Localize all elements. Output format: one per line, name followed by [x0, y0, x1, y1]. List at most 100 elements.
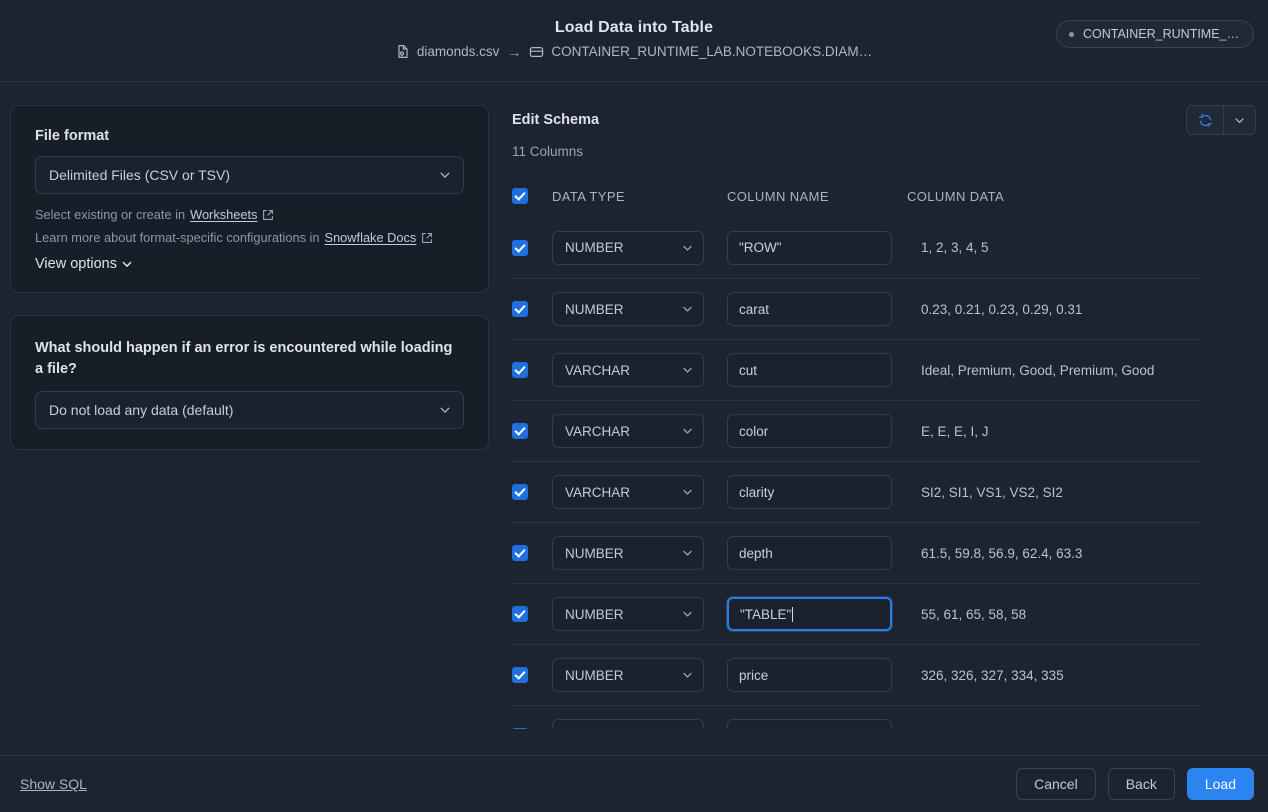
text-caret	[792, 606, 794, 622]
row-checkbox[interactable]	[512, 545, 528, 561]
data-type-select[interactable]: NUMBER	[552, 597, 704, 631]
column-data-preview: 55, 61, 65, 58, 58	[921, 606, 1027, 622]
column-data-preview: 61.5, 59.8, 56.9, 62.4, 63.3	[921, 545, 1083, 561]
data-type-select[interactable]: VARCHAR	[552, 475, 704, 509]
column-name-input[interactable]: color	[727, 414, 892, 448]
column-name-value: "TABLE"	[740, 606, 792, 622]
file-format-label: File format	[35, 128, 110, 144]
docs-hint: Learn more about format-specific configu…	[35, 230, 464, 245]
row-checkbox[interactable]	[512, 667, 528, 683]
external-link-icon[interactable]	[421, 232, 433, 244]
data-type-cell: NUMBER	[552, 292, 727, 326]
data-type-value: NUMBER	[565, 606, 624, 622]
column-data-preview: Ideal, Premium, Good, Premium, Good	[921, 362, 1155, 378]
row-checkbox[interactable]	[512, 606, 528, 622]
file-format-select[interactable]: Delimited Files (CSV or TSV)	[35, 156, 464, 194]
row-checkbox[interactable]	[512, 301, 528, 317]
column-name-cell: "ROW"	[727, 230, 907, 265]
column-data-preview: SI2, SI1, VS1, VS2, SI2	[921, 484, 1063, 500]
worksheets-hint: Select existing or create in Worksheets	[35, 207, 464, 222]
column-name-input[interactable]: depth	[727, 536, 892, 570]
column-name-input[interactable]: price	[727, 658, 892, 692]
column-name-cell: price	[727, 658, 907, 692]
docs-hint-text: Learn more about format-specific configu…	[35, 230, 320, 245]
external-link-icon[interactable]	[262, 209, 274, 221]
column-name-value: "ROW"	[739, 240, 782, 255]
worksheets-link[interactable]: Worksheets	[190, 207, 257, 222]
data-type-cell: NUMBER	[552, 536, 727, 570]
data-type-select[interactable]: NUMBER	[552, 230, 704, 265]
environment-badge[interactable]: CONTAINER_RUNTIME_…	[1055, 20, 1254, 48]
column-name-cell: carat	[727, 292, 907, 326]
show-sql-link[interactable]: Show SQL	[20, 776, 87, 792]
column-name-input[interactable]	[727, 719, 892, 729]
select-all-checkbox[interactable]	[512, 188, 528, 204]
data-type-select[interactable]: VARCHAR	[552, 414, 704, 448]
table-row: NUMBER "ROW" 1, 2, 3, 4, 5	[512, 217, 1202, 278]
row-checkbox-cell	[512, 301, 552, 317]
column-data-preview: 326, 326, 327, 334, 335	[921, 667, 1064, 683]
chevron-down-icon	[120, 257, 134, 271]
column-name-value: cut	[739, 362, 758, 378]
row-checkbox[interactable]	[512, 423, 528, 439]
footer-actions: Cancel Back Load	[1016, 768, 1254, 800]
data-type-select[interactable]	[552, 719, 704, 729]
data-type-cell: VARCHAR	[552, 353, 727, 387]
chevron-down-icon	[681, 303, 694, 316]
file-format-card: File format Delimited Files (CSV or TSV)…	[10, 105, 489, 293]
snowflake-docs-link[interactable]: Snowflake Docs	[325, 230, 417, 245]
chevron-down-icon	[681, 669, 694, 682]
column-name-input[interactable]: carat	[727, 292, 892, 326]
select-all-checkbox-cell	[512, 188, 552, 204]
data-type-select[interactable]: VARCHAR	[552, 353, 704, 387]
data-type-value: NUMBER	[565, 667, 624, 683]
back-button[interactable]: Back	[1107, 768, 1175, 800]
header-data-type: DATA TYPE	[552, 188, 625, 204]
data-type-value: NUMBER	[565, 301, 624, 317]
column-name-cell	[727, 719, 907, 729]
column-name-input[interactable]: cut	[727, 353, 892, 387]
chevron-down-icon	[681, 486, 694, 499]
table-row: VARCHAR cut Ideal, Premium, Good, Premium,…	[512, 339, 1202, 400]
schema-table-header: DATA TYPE COLUMN NAME COLUMN DATA	[512, 183, 1202, 209]
column-name-value: depth	[739, 545, 773, 561]
row-checkbox[interactable]	[512, 362, 528, 378]
refresh-options-button[interactable]	[1223, 106, 1255, 134]
error-handling-select[interactable]: Do not load any data (default)	[35, 391, 464, 430]
chevron-down-icon	[438, 168, 452, 182]
table-row: NUMBER carat 0.23, 0.21, 0.23, 0.29, 0.31	[512, 278, 1202, 339]
column-name-input[interactable]: "ROW"	[727, 230, 892, 265]
data-type-cell: NUMBER	[552, 658, 727, 692]
settings-column: File format Delimited Files (CSV or TSV)…	[10, 105, 489, 451]
load-button[interactable]: Load	[1186, 768, 1254, 800]
arrow-icon: →	[507, 43, 522, 60]
data-type-select[interactable]: NUMBER	[552, 292, 704, 326]
column-name-value: color	[739, 423, 769, 439]
row-checkbox[interactable]	[512, 239, 528, 256]
chevron-down-icon	[681, 608, 694, 621]
row-checkbox[interactable]	[512, 728, 528, 729]
chevron-down-icon	[1233, 114, 1246, 127]
error-handling-question: What should happen if an error is encoun…	[35, 340, 453, 377]
table-row: NUMBER price 326, 326, 327, 334, 335	[512, 644, 1202, 705]
data-type-cell: NUMBER	[552, 230, 727, 265]
data-type-value: VARCHAR	[565, 484, 631, 500]
header-column-name: COLUMN NAME	[727, 188, 829, 204]
breadcrumb-target: CONTAINER_RUNTIME_LAB.NOTEBOOKS.DIAM…	[529, 44, 872, 59]
view-options-toggle[interactable]: View options	[35, 256, 464, 272]
table-row: VARCHAR clarity SI2, SI1, VS1, VS2, SI2	[512, 461, 1202, 522]
column-name-input[interactable]: clarity	[727, 475, 892, 509]
row-checkbox[interactable]	[512, 484, 528, 500]
row-checkbox-cell	[512, 545, 552, 561]
data-type-cell: VARCHAR	[552, 414, 727, 448]
column-name-input[interactable]: "TABLE"	[727, 597, 892, 631]
schema-rows-scroll-area[interactable]: NUMBER "ROW" 1, 2, 3, 4, 5 NUMBER carat 0.23,…	[512, 217, 1202, 729]
data-type-select[interactable]: NUMBER	[552, 658, 704, 692]
data-type-select[interactable]: NUMBER	[552, 536, 704, 570]
column-name-cell: depth	[727, 536, 907, 570]
chevron-down-icon	[681, 241, 694, 254]
table-icon	[529, 45, 544, 59]
cancel-button[interactable]: Cancel	[1016, 768, 1096, 800]
dialog-footer: Show SQL Cancel Back Load	[0, 755, 1268, 812]
row-checkbox-cell	[512, 423, 552, 439]
